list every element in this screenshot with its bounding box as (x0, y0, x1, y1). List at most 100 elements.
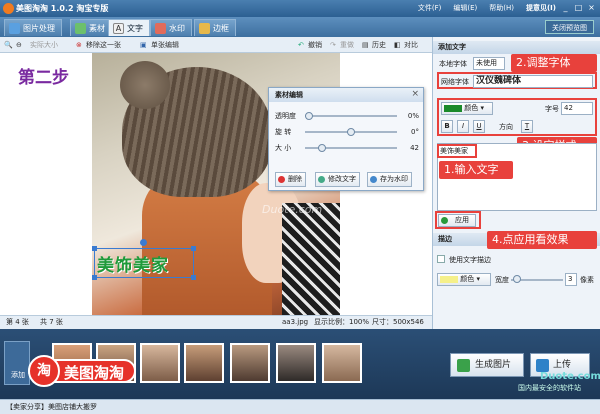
close-preview-button[interactable]: 关闭预览图 (545, 20, 594, 34)
font-size-select[interactable]: 42 (561, 102, 593, 115)
image-icon (9, 23, 20, 34)
zoom-icon[interactable]: 🔍 (4, 39, 13, 51)
tab-label: 水印 (169, 24, 185, 33)
minimize-button[interactable]: _ (560, 2, 571, 13)
tab-material[interactable]: 素材 (70, 19, 112, 36)
single-edit-button[interactable]: 单张编辑 (151, 39, 179, 51)
web-font-select[interactable]: 汉仪魏碑体 (473, 75, 593, 88)
filmstrip: 添加 淘 美图淘淘 生成图片 上传 Duote.com 国内最安全的软件站 (0, 329, 600, 399)
slider-knob[interactable] (347, 128, 355, 136)
brand-logo-icon: 淘 (28, 355, 60, 387)
callout-font: 2.调整字体 (511, 54, 597, 72)
thumbnail[interactable] (276, 343, 316, 383)
photo-total: 共 7 张 (40, 318, 63, 326)
redo-button[interactable]: 重做 (340, 39, 354, 51)
panel-title: 添加文字 (433, 41, 600, 54)
slider-track[interactable] (305, 115, 397, 117)
slider-knob[interactable] (317, 144, 326, 152)
width-label: 宽度 (495, 276, 509, 284)
thumbnail[interactable] (322, 343, 362, 383)
text-overlay-selection[interactable]: 美饰美家 (92, 246, 196, 280)
site-watermark: Duote.com (540, 371, 600, 382)
edit-text-button[interactable]: 修改文字 (315, 172, 360, 187)
button-label: 上传 (553, 360, 572, 370)
slider-value: 0° (411, 128, 419, 136)
photo-pompom (120, 61, 170, 109)
bottom-bar[interactable]: 【卖家分享】美图店铺大搬罗 (0, 399, 600, 414)
menu-file[interactable]: 文件(F) (418, 3, 442, 13)
text-overlay: 美饰美家 (97, 256, 169, 276)
apply-button[interactable]: 应用 (438, 214, 476, 227)
tab-text[interactable]: A 文字 (108, 19, 150, 36)
stroke-checkbox-label: 使用文字描边 (449, 256, 491, 264)
history-button[interactable]: 历史 (372, 39, 386, 51)
color-swatch (444, 104, 462, 112)
compare-button[interactable]: 对比 (404, 39, 418, 51)
remove-photo-button[interactable]: 移除这一张 (86, 39, 121, 51)
rotate-slider[interactable]: 旋 转 0° (275, 126, 419, 138)
button-label: 存为水印 (380, 175, 408, 183)
bold-button[interactable]: B (441, 120, 453, 133)
tab-watermark[interactable]: 水印 (150, 19, 192, 36)
size-slider[interactable]: 大 小 42 (275, 142, 419, 154)
photo-index: 第 4 张 (6, 318, 29, 326)
step-label: 第二步 (18, 68, 69, 88)
slider-knob[interactable] (305, 112, 313, 120)
material-icon (75, 23, 86, 34)
stroke-checkbox[interactable] (437, 255, 445, 263)
title-bar: 美图淘淘 1.0.2 淘宝专版 文件(F) 编辑(E) 帮助(H) 提意见(I)… (0, 0, 600, 17)
edit-icon (318, 176, 325, 183)
save-watermark-button[interactable]: 存为水印 (367, 172, 412, 187)
stroke-color-picker[interactable]: 颜色 ▾ (437, 273, 491, 286)
redo-icon: ↷ (330, 41, 336, 49)
width-value[interactable]: 3 (565, 273, 577, 286)
thumbnail[interactable] (184, 343, 224, 383)
vertical-text-button[interactable]: T (521, 120, 533, 133)
dialog-close-icon[interactable]: × (411, 89, 419, 99)
menu-help[interactable]: 帮助(H) (489, 3, 514, 13)
tab-label: 边框 (213, 24, 229, 33)
window-title: 美图淘淘 1.0.2 淘宝专版 (16, 4, 109, 13)
border-icon (199, 23, 210, 34)
brand-banner: 淘 美图淘淘 (28, 355, 137, 387)
add-label: 添加 (11, 371, 25, 379)
rotate-handle[interactable] (140, 239, 147, 246)
tab-label: 素材 (89, 24, 105, 33)
watermark-icon (155, 23, 166, 34)
add-photo-button[interactable]: 添加 (4, 341, 30, 385)
thumbnail[interactable] (230, 343, 270, 383)
apply-icon (441, 217, 448, 224)
tab-image-processing[interactable]: 图片处理 (4, 19, 62, 36)
resize-handle[interactable] (191, 275, 196, 280)
stroke-color-label: 颜色 (460, 275, 475, 283)
local-font-select[interactable]: 未使用 (473, 57, 505, 70)
close-button[interactable]: × (586, 2, 597, 13)
menu-edit[interactable]: 编辑(E) (453, 3, 477, 13)
undo-button[interactable]: 撤销 (308, 39, 322, 51)
zoom-out-icon[interactable]: ⊖ (16, 39, 22, 51)
delete-button[interactable]: 删除 (275, 172, 306, 187)
actual-size-button[interactable]: 实际大小 (30, 39, 58, 51)
tab-border[interactable]: 边框 (194, 19, 236, 36)
underline-button[interactable]: U (473, 120, 485, 133)
web-font-label: 网络字体 (441, 78, 469, 86)
zoom-level: 显示比例：100% (314, 318, 370, 326)
thumbnail[interactable] (140, 343, 180, 383)
width-slider-knob[interactable] (513, 275, 521, 283)
material-edit-dialog: 素材编辑 × 透明度 0% 旋 转 0° 大 小 42 删除 修改文字 存为水印 (268, 87, 424, 191)
generate-image-button[interactable]: 生成图片 (450, 353, 524, 377)
undo-icon: ↶ (298, 41, 304, 49)
maximize-button[interactable]: □ (573, 2, 584, 13)
text-panel: 添加文字 本地字体 未使用 2.调整字体 网络字体 汉仪魏碑体 颜色 ▾ 字号 … (432, 37, 600, 329)
tab-label: 图片处理 (23, 24, 55, 33)
menu-feedback[interactable]: 提意见(I) (526, 3, 556, 13)
text-input-value[interactable]: 美饰美家 (440, 146, 468, 156)
save-icon (370, 176, 377, 183)
tab-label: 文字 (127, 24, 143, 33)
resize-handle[interactable] (191, 246, 196, 251)
color-picker[interactable]: 颜色 ▾ (441, 102, 493, 115)
stroke-color-swatch (440, 275, 458, 283)
status-bar: 第 4 张 共 7 张 aa3.jpg 显示比例：100% 尺寸：500x546 (0, 315, 432, 329)
italic-button[interactable]: I (457, 120, 469, 133)
opacity-slider[interactable]: 透明度 0% (275, 110, 419, 122)
